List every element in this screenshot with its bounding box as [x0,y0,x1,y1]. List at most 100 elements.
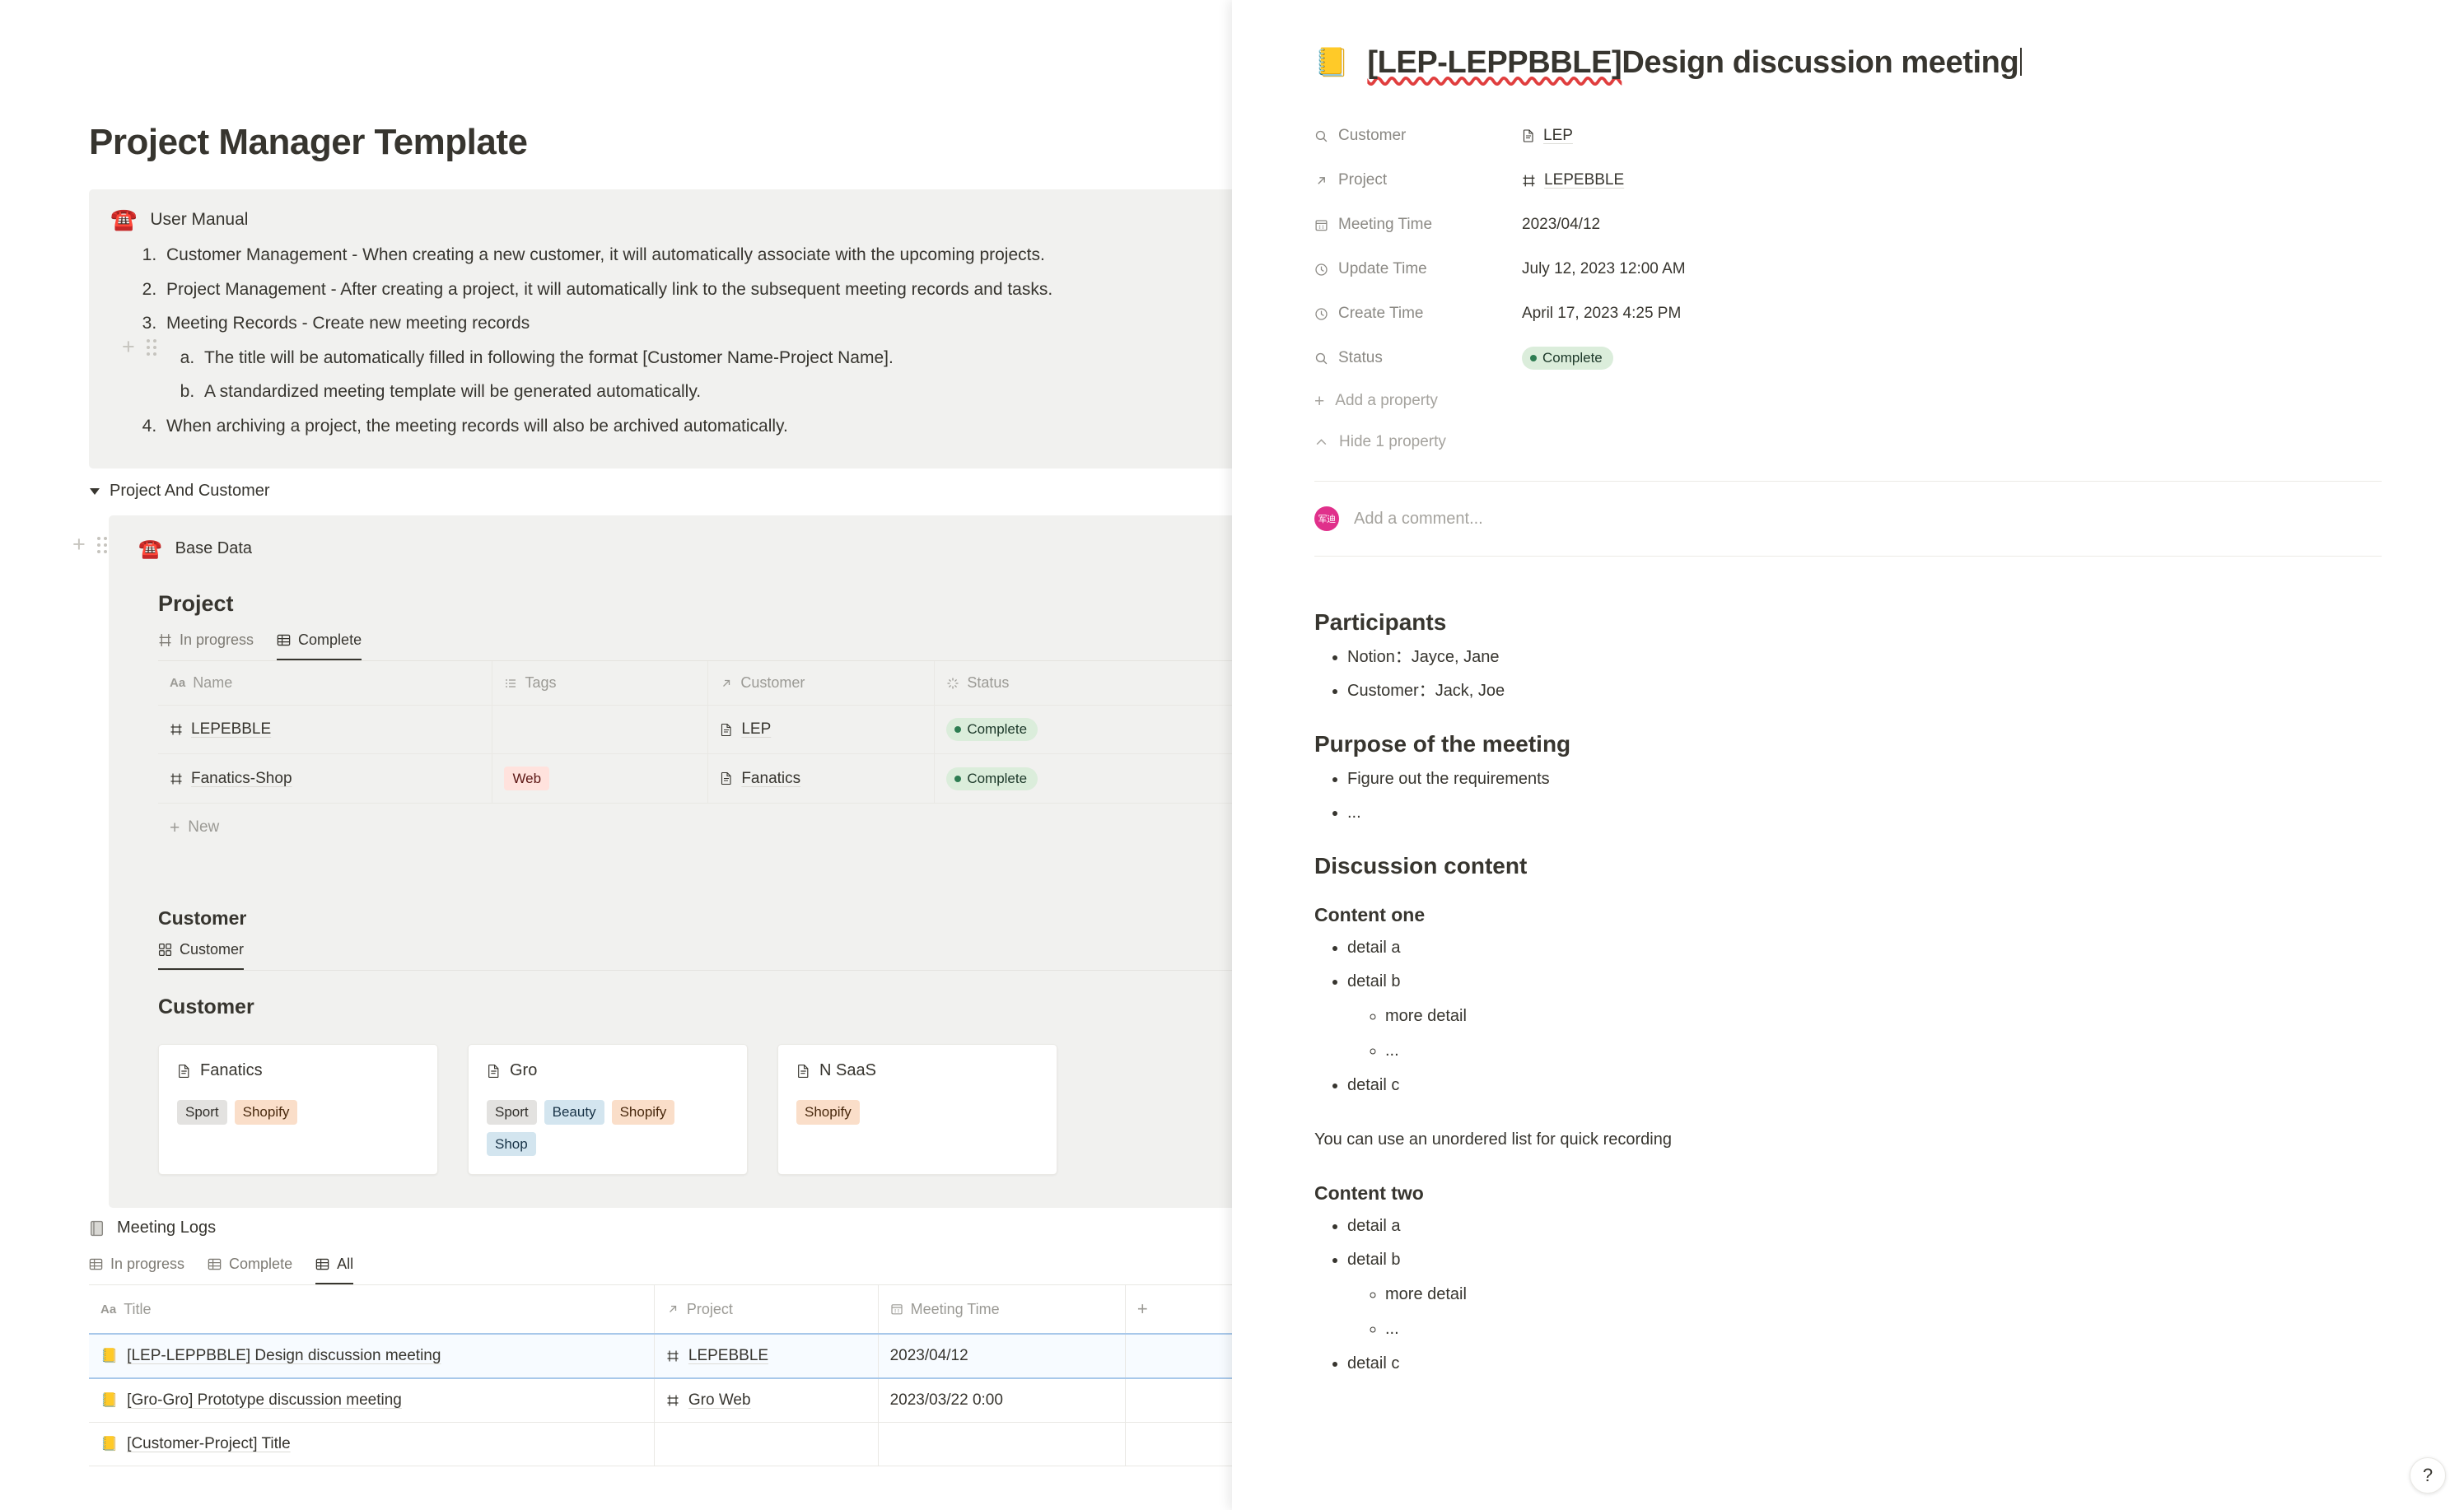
cell-name[interactable]: LEPEBBLE [158,706,492,754]
telephone-icon: ☎️ [110,208,137,230]
merge-icon [666,1349,679,1363]
tab-label: All [337,1256,353,1273]
card-tags: Sport Shopify [177,1100,419,1124]
comment-input-placeholder[interactable]: Add a comment... [1354,510,1483,529]
status-badge: Complete [946,718,1038,741]
help-button[interactable]: ? [2410,1457,2446,1494]
cell-title[interactable]: 📒 [Customer-Project] Title [89,1423,654,1466]
block-hover-handles-manual[interactable]: + [122,336,156,358]
customer-card[interactable]: Fanatics Sport Shopify [158,1044,438,1175]
customer-card[interactable]: N SaaS Shopify [777,1044,1057,1175]
table-row[interactable]: 📒 [Customer-Project] Title [89,1423,1232,1466]
column-header-name[interactable]: Aa Name [158,661,492,706]
property-row-update-time[interactable]: Update Time July 12, 2023 12:00 AM [1314,247,2382,291]
table-row[interactable]: LEPEBBLE LEP [158,706,1232,754]
list-item: Project Management - After creating a pr… [161,277,1232,303]
cell-meeting-time[interactable]: 2023/04/12 [878,1334,1125,1378]
chevron-up-icon [1314,436,1328,450]
property-name-update-time[interactable]: Update Time [1314,260,1522,278]
add-comment-row[interactable]: 军迪 Add a comment... [1314,482,2382,557]
cell-status[interactable]: Complete [935,754,1232,804]
merge-icon [170,723,183,736]
property-name-project[interactable]: Project [1314,171,1522,189]
column-label: Tags [525,674,556,692]
table-row[interactable]: 📒 [LEP-LEPPBBLE] Design discussion meeti… [89,1334,1232,1378]
drag-handle-icon[interactable] [147,339,156,356]
add-column-button[interactable]: + [1125,1285,1232,1334]
table-row[interactable]: 📒 [Gro-Gro] Prototype discussion meeting… [89,1378,1232,1423]
customer-card[interactable]: Gro Sport Beauty Shopify Shop [468,1044,748,1175]
status-icon [946,677,959,690]
cell-tags[interactable]: Web [492,754,708,804]
cell-text: [Customer-Project] Title [127,1435,291,1453]
cell-name[interactable]: Fanatics-Shop [158,754,492,804]
list-item: Figure out the requirements [1347,767,2382,791]
add-property-button[interactable]: + Add a property [1314,380,2382,422]
tab-complete[interactable]: Complete [277,631,362,660]
page-side-peek-panel: 📒 [LEP-LEPPBBLE] Design discussion meeti… [1232,0,2464,1510]
property-name-create-time[interactable]: Create Time [1314,305,1522,323]
add-block-icon[interactable]: + [122,336,135,358]
property-row-project[interactable]: Project LEPEBBLE [1314,158,2382,203]
hide-properties-button[interactable]: Hide 1 property [1314,422,2382,463]
tab-in-progress[interactable]: In progress [89,1256,184,1284]
cell-meeting-time[interactable] [878,1423,1125,1466]
column-header-project[interactable]: Project [654,1285,878,1334]
property-value-project[interactable]: LEPEBBLE [1522,171,1624,189]
column-header-tags[interactable]: Tags [492,661,708,706]
table-icon [277,633,291,647]
property-value-customer[interactable]: LEP [1522,127,1573,145]
property-row-customer[interactable]: Customer LEP [1314,114,2382,158]
property-value-meeting-time[interactable]: 2023/04/12 [1522,216,1600,234]
property-name-status[interactable]: Status [1314,349,1522,367]
project-table: Aa Name Tags [158,661,1232,804]
table-row[interactable]: Fanatics-Shop Web Fanatics [158,754,1232,804]
block-hover-handles-base[interactable]: + [72,534,107,556]
cell-customer[interactable]: Fanatics [708,754,935,804]
column-header-customer[interactable]: Customer [708,661,935,706]
cell-status[interactable]: Complete [935,706,1232,754]
add-block-icon[interactable]: + [72,534,86,556]
heading-participants: Participants [1314,609,2382,636]
property-value-status[interactable]: Complete [1522,347,1613,370]
property-row-create-time[interactable]: Create Time April 17, 2023 4:25 PM [1314,291,2382,336]
column-header-title[interactable]: Aa Title [89,1285,654,1334]
column-header-status[interactable]: Status [935,661,1232,706]
column-header-meeting-time[interactable]: Meeting Time [878,1285,1125,1334]
property-name-meeting-time[interactable]: Meeting Time [1314,216,1522,234]
card-tags: Sport Beauty Shopify Shop [487,1100,729,1156]
cell-project[interactable]: Gro Web [654,1378,878,1423]
cell-project[interactable]: LEPEBBLE [654,1334,878,1378]
project-and-customer-toggle-section: Project And Customer ☎️ Base Data Projec… [89,482,1232,1208]
cell-meeting-time[interactable]: 2023/03/22 0:00 [878,1378,1125,1423]
add-new-row-button[interactable]: + New [138,804,1232,837]
table-icon [208,1257,222,1271]
list-item: detail a [1347,1214,2382,1238]
notebook-icon[interactable]: 📒 [1314,49,1349,77]
property-value-text: LEPEBBLE [1544,171,1624,189]
cell-text: LEP [741,720,771,739]
avatar[interactable]: 军迪 [1314,506,1339,531]
cell-title[interactable]: 📒 [Gro-Gro] Prototype discussion meeting [89,1378,654,1423]
page-title[interactable]: [LEP-LEPPBBLE] Design discussion meeting [1367,44,2022,81]
tag-pill: Shopify [796,1100,860,1124]
cell-tags[interactable] [492,706,708,754]
cell-project[interactable] [654,1423,878,1466]
tab-customer[interactable]: Customer [158,941,244,970]
tab-complete[interactable]: Complete [208,1256,292,1284]
property-row-status[interactable]: Status Complete [1314,336,2382,380]
panel-content: 📒 [LEP-LEPPBBLE] Design discussion meeti… [1232,0,2464,1376]
property-name-customer[interactable]: Customer [1314,127,1522,145]
tag-pill: Beauty [544,1100,604,1124]
chevron-down-icon[interactable] [90,488,100,495]
property-list: Customer LEP [1314,114,2382,463]
cell-customer[interactable]: LEP [708,706,935,754]
tab-in-progress[interactable]: In progress [158,631,254,660]
list-item: Notion：Jayce, Jane [1347,645,2382,669]
tab-all[interactable]: All [315,1256,353,1284]
page-icon [177,1064,191,1079]
property-row-meeting-time[interactable]: Meeting Time 2023/04/12 [1314,203,2382,247]
drag-handle-icon[interactable] [97,537,107,553]
toggle-row[interactable]: Project And Customer [89,482,1232,501]
cell-title[interactable]: 📒 [LEP-LEPPBBLE] Design discussion meeti… [89,1334,654,1378]
